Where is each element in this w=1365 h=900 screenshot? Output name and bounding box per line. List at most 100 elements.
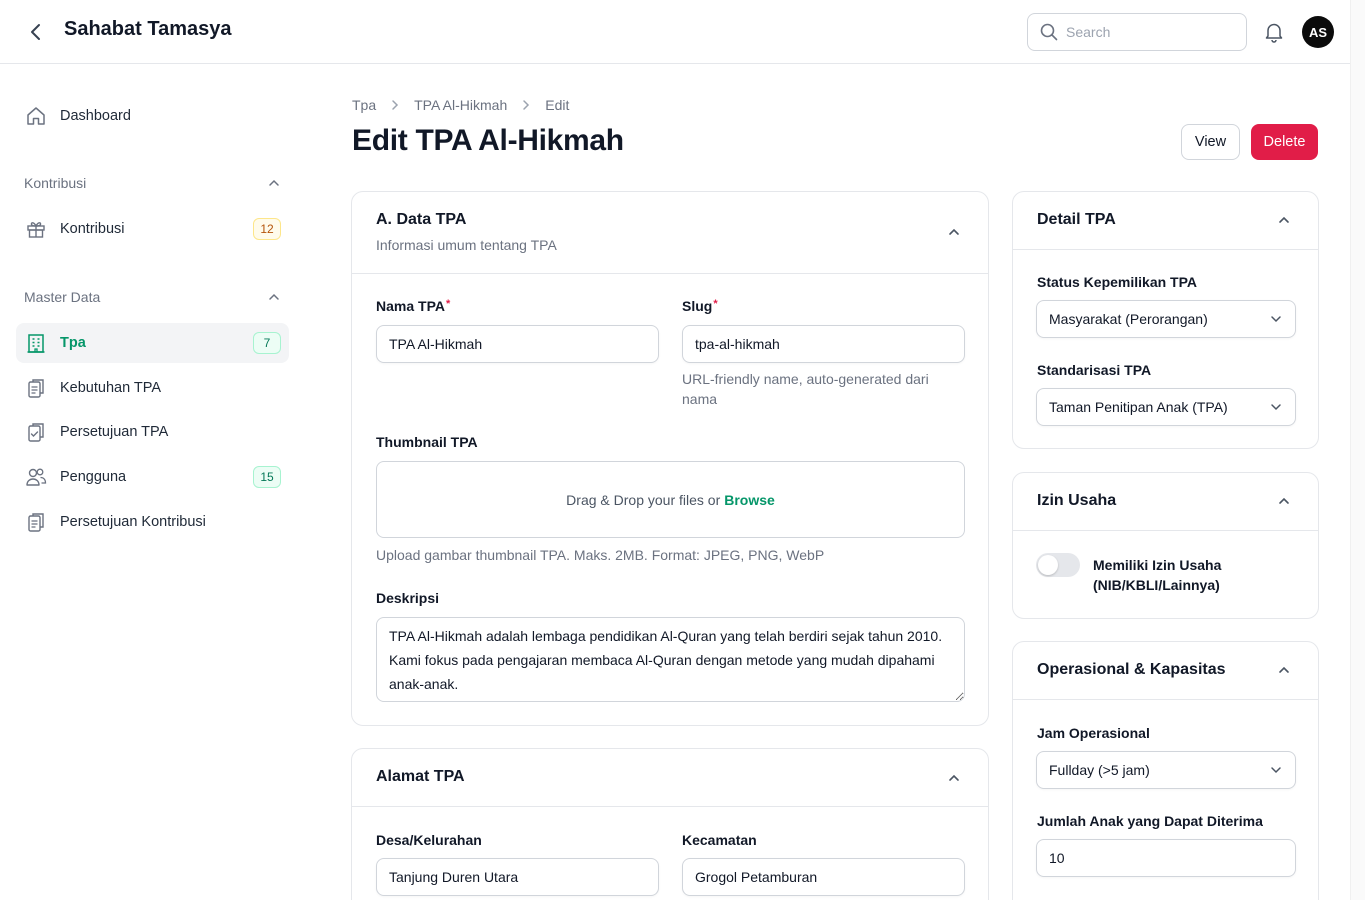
breadcrumb-link-tpa-al-hikmah[interactable]: TPA Al-Hikmah: [414, 97, 507, 113]
page-title: Edit TPA Al-Hikmah: [352, 124, 624, 157]
nama-tpa-input[interactable]: [376, 325, 659, 363]
sidebar-item-persetujuan-tpa[interactable]: Persetujuan TPA: [16, 412, 289, 452]
desa-input[interactable]: [376, 858, 659, 896]
sidebar-item-label: Kebutuhan TPA: [60, 380, 162, 396]
sidebar-item-label: Persetujuan TPA: [60, 424, 169, 440]
view-button[interactable]: View: [1181, 124, 1240, 160]
scrollbar-track[interactable]: [1350, 0, 1365, 900]
sidebar-item-kontribusi[interactable]: Kontribusi 12: [16, 209, 289, 249]
search-input[interactable]: [1066, 24, 1226, 40]
kecamatan-label: Kecamatan: [682, 832, 757, 848]
card-detail-tpa: Detail TPA Status Kepemilikan TPA Masyar…: [1012, 191, 1319, 449]
label-text: Slug: [682, 298, 713, 314]
users-icon: [24, 465, 48, 489]
jumlah-anak-input[interactable]: [1036, 839, 1296, 877]
count-badge: 7: [253, 332, 281, 354]
browse-link[interactable]: Browse: [724, 492, 775, 508]
chevron-up-icon[interactable]: [1276, 212, 1292, 228]
chevron-up-icon[interactable]: [946, 770, 962, 786]
izin-usaha-toggle-label: Memiliki Izin Usaha (NIB/KBLI/Lainnya): [1093, 557, 1222, 593]
thumbnail-label: Thumbnail TPA: [376, 434, 478, 450]
card-header: Operasional & Kapasitas: [1013, 642, 1318, 700]
toggle-knob: [1038, 555, 1058, 575]
sidebar-item-tpa[interactable]: Tpa 7: [16, 323, 289, 363]
status-kepemilikan-select[interactable]: Masyarakat (Perorangan): [1036, 300, 1296, 338]
home-icon: [24, 104, 48, 128]
card-header: Izin Usaha: [1013, 473, 1318, 531]
jumlah-anak-label: Jumlah Anak yang Dapat Diterima: [1037, 813, 1263, 829]
chevron-down-icon: [1271, 316, 1281, 323]
select-value: Fullday (>5 jam): [1049, 762, 1150, 778]
chevron-right-icon: [521, 99, 531, 111]
chevron-up-icon: [269, 179, 279, 186]
slug-input[interactable]: [682, 325, 965, 363]
select-value: Masyarakat (Perorangan): [1049, 311, 1208, 327]
sidebar-item-dashboard[interactable]: Dashboard: [16, 96, 289, 136]
card-header: Detail TPA: [1013, 192, 1318, 250]
delete-button[interactable]: Delete: [1251, 124, 1318, 160]
card-izin-usaha: Izin Usaha Memiliki Izin Usaha (NIB/KBLI…: [1012, 472, 1319, 619]
app-title: Sahabat Tamasya: [64, 18, 232, 40]
group-label: Kontribusi: [24, 175, 87, 191]
sidebar-item-persetujuan-kontribusi[interactable]: Persetujuan Kontribusi: [16, 502, 289, 542]
clipboard-check-icon: [24, 420, 48, 444]
sidebar-item-label: Persetujuan Kontribusi: [60, 514, 206, 530]
chevron-up-icon[interactable]: [946, 224, 962, 240]
chevron-up-icon[interactable]: [1276, 662, 1292, 678]
clipboard-icon: [24, 510, 48, 534]
required-asterisk: *: [445, 298, 451, 310]
card-data-tpa: A. Data TPA Informasi umum tentang TPA N…: [351, 191, 989, 726]
kecamatan-input[interactable]: [682, 858, 965, 896]
breadcrumb-current: Edit: [545, 97, 570, 113]
count-badge: 12: [253, 218, 281, 240]
card-subtitle: Informasi umum tentang TPA: [376, 237, 557, 253]
gift-icon: [24, 217, 48, 241]
card-header: A. Data TPA Informasi umum tentang TPA: [352, 192, 988, 274]
card-title: Izin Usaha: [1037, 492, 1117, 509]
izin-usaha-toggle[interactable]: [1036, 553, 1080, 577]
chevron-down-icon: [1271, 767, 1281, 774]
card-header: Alamat TPA: [352, 749, 988, 807]
jam-operasional-label: Jam Operasional: [1037, 725, 1150, 741]
thumbnail-dropzone[interactable]: Drag & Drop your files or Browse: [376, 461, 965, 538]
label-text: Nama TPA: [376, 298, 445, 314]
chevron-right-icon: [390, 99, 400, 111]
group-header-master-data[interactable]: Master Data: [24, 289, 281, 305]
sidebar-item-label: Kontribusi: [60, 221, 125, 237]
card-alamat-tpa: Alamat TPA Desa/Kelurahan Kecamatan: [351, 748, 989, 900]
thumbnail-help-text: Upload gambar thumbnail TPA. Maks. 2MB. …: [376, 547, 825, 563]
sidebar-item-label: Tpa: [60, 335, 86, 351]
chevron-up-icon: [269, 293, 279, 300]
nama-tpa-label: Nama TPA*: [376, 298, 450, 314]
deskripsi-label: Deskripsi: [376, 590, 440, 606]
search-icon: [1040, 23, 1058, 41]
breadcrumb: Tpa TPA Al-Hikmah Edit: [352, 97, 569, 113]
card-operasional-kapasitas: Operasional & Kapasitas Jam Operasional …: [1012, 641, 1319, 900]
select-value: Taman Penitipan Anak (TPA): [1049, 399, 1228, 415]
desa-label: Desa/Kelurahan: [376, 832, 482, 848]
group-header-kontribusi[interactable]: Kontribusi: [24, 175, 281, 191]
back-arrow-icon[interactable]: [24, 20, 46, 44]
count-badge: 15: [253, 466, 281, 488]
sidebar-item-label: Dashboard: [60, 108, 131, 124]
chevron-down-icon: [1271, 404, 1281, 411]
chevron-up-icon[interactable]: [1276, 493, 1292, 509]
building-icon: [24, 331, 48, 355]
avatar[interactable]: AS: [1302, 16, 1334, 48]
deskripsi-textarea[interactable]: TPA Al-Hikmah adalah lembaga pendidikan …: [376, 617, 965, 702]
slug-label: Slug*: [682, 298, 718, 314]
standarisasi-label: Standarisasi TPA: [1037, 362, 1152, 378]
search-box[interactable]: [1027, 13, 1247, 51]
card-title: Alamat TPA: [376, 768, 465, 785]
jam-operasional-select[interactable]: Fullday (>5 jam): [1036, 751, 1296, 789]
standarisasi-select[interactable]: Taman Penitipan Anak (TPA): [1036, 388, 1296, 426]
clipboard-icon: [24, 376, 48, 400]
sidebar-item-kebutuhan-tpa[interactable]: Kebutuhan TPA: [16, 368, 289, 408]
sidebar: Dashboard Kontribusi Kontribusi 12 Maste…: [0, 65, 305, 900]
sidebar-item-label: Pengguna: [60, 469, 127, 485]
top-bar: Sahabat Tamasya AS: [0, 0, 1350, 64]
slug-help-text: URL-friendly name, auto-generated dari n…: [682, 371, 929, 407]
sidebar-item-pengguna[interactable]: Pengguna 15: [16, 457, 289, 497]
bell-icon[interactable]: [1263, 21, 1285, 43]
breadcrumb-link-tpa[interactable]: Tpa: [352, 97, 376, 113]
